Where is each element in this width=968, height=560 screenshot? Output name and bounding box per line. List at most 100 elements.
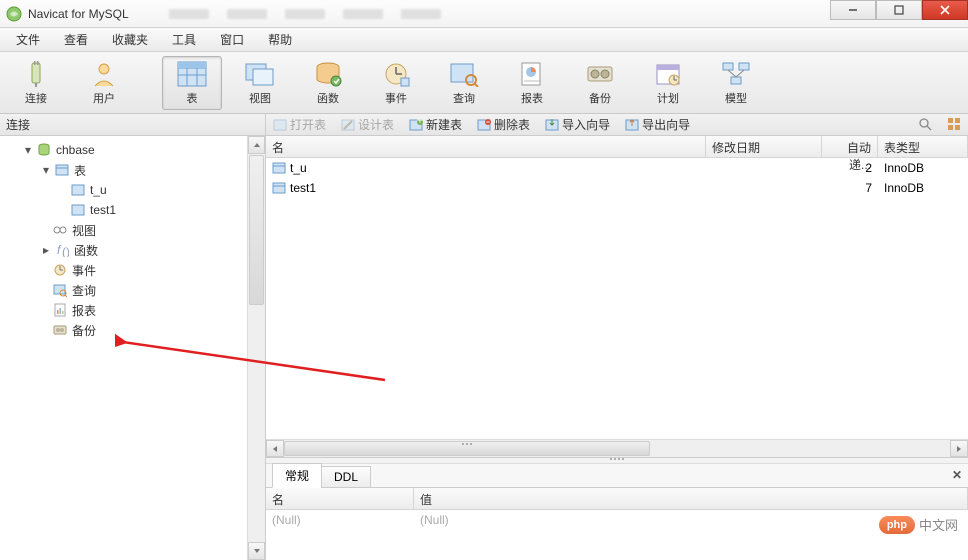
new-table-icon: +: [408, 117, 423, 132]
export-icon: [624, 117, 639, 132]
hscroll-track[interactable]: [284, 440, 950, 457]
detail-col-value[interactable]: 值: [414, 488, 968, 509]
design-table-label: 设计表: [358, 116, 394, 133]
horizontal-scrollbar[interactable]: [266, 439, 968, 457]
tool-view-label: 视图: [249, 90, 271, 106]
design-table-button[interactable]: 设计表: [340, 116, 394, 133]
scroll-right-button[interactable]: [950, 440, 968, 457]
tables-folder-icon: [54, 162, 70, 178]
col-type[interactable]: 表类型: [878, 136, 968, 157]
tree-backups-node[interactable]: 备份: [0, 320, 265, 340]
expander-icon[interactable]: ▾: [22, 144, 34, 156]
function-icon: [312, 60, 344, 88]
tool-report[interactable]: 报表: [502, 56, 562, 110]
new-table-button[interactable]: + 新建表: [408, 116, 462, 133]
detail-null-name: (Null): [266, 513, 414, 527]
menu-help[interactable]: 帮助: [256, 29, 304, 50]
delete-table-button[interactable]: 删除表: [476, 116, 530, 133]
tree-views-node[interactable]: 视图: [0, 220, 265, 240]
tool-model-label: 模型: [725, 90, 747, 106]
titlebar-blur-decor: [169, 9, 441, 19]
backups-icon: [52, 322, 68, 338]
tool-table[interactable]: 表: [162, 56, 222, 110]
table-row[interactable]: test1 7 InnoDB: [266, 178, 968, 198]
menu-window[interactable]: 窗口: [208, 29, 256, 50]
table-row[interactable]: t_u 2 InnoDB: [266, 158, 968, 178]
grid-icon: [947, 117, 962, 132]
tree-events-node[interactable]: 事件: [0, 260, 265, 280]
tab-general[interactable]: 常规: [272, 463, 322, 488]
close-button[interactable]: [922, 0, 968, 20]
expander-icon[interactable]: ▸: [40, 244, 52, 256]
menu-view[interactable]: 查看: [52, 29, 100, 50]
table-body[interactable]: t_u 2 InnoDB test1 7 InnoDB: [266, 158, 968, 439]
delete-table-icon: [476, 117, 491, 132]
tree-table-item[interactable]: t_u: [0, 180, 265, 200]
export-wizard-button[interactable]: 导出向导: [624, 116, 690, 133]
tool-table-label: 表: [187, 90, 198, 106]
tool-connect[interactable]: 连接: [6, 56, 66, 110]
menu-tools[interactable]: 工具: [160, 29, 208, 50]
import-wizard-label: 导入向导: [562, 116, 610, 133]
app-icon: [6, 6, 22, 22]
close-pane-button[interactable]: ✕: [952, 468, 962, 482]
tree-queries-node[interactable]: 查询: [0, 280, 265, 300]
tool-schedule[interactable]: 计划: [638, 56, 698, 110]
detail-col-name[interactable]: 名: [266, 488, 414, 509]
grid-view-button[interactable]: [947, 117, 962, 132]
minimize-button[interactable]: [830, 0, 876, 20]
report-icon: [516, 60, 548, 88]
svg-text:(): (): [62, 245, 69, 257]
tool-function[interactable]: 函数: [298, 56, 358, 110]
expander-icon[interactable]: ▾: [40, 164, 52, 176]
tree-table-item[interactable]: test1: [0, 200, 265, 220]
sub-header-row: 连接 打开表 设计表 + 新建表 删除表 导入向导 导出向导: [0, 114, 968, 136]
tree-functions-node[interactable]: ▸ f() 函数: [0, 240, 265, 260]
row-type: InnoDB: [878, 161, 968, 175]
tree-tables-label: 表: [74, 162, 86, 179]
sidebar-scrollbar[interactable]: [247, 136, 265, 560]
svg-text:+: +: [416, 118, 423, 127]
scroll-left-button[interactable]: [266, 440, 284, 457]
design-table-icon: [340, 117, 355, 132]
import-wizard-button[interactable]: 导入向导: [544, 116, 610, 133]
menu-favorites[interactable]: 收藏夹: [100, 29, 160, 50]
tree-views-label: 视图: [72, 222, 96, 239]
tool-backup[interactable]: 备份: [570, 56, 630, 110]
search-icon-button[interactable]: [918, 117, 933, 132]
col-name[interactable]: 名: [266, 136, 706, 157]
detail-body[interactable]: (Null) (Null): [266, 510, 968, 560]
tree-db-label: chbase: [56, 143, 95, 157]
col-auto-inc[interactable]: 自动递...: [822, 136, 878, 157]
menu-file[interactable]: 文件: [4, 29, 52, 50]
tool-view[interactable]: 视图: [230, 56, 290, 110]
scroll-down-button[interactable]: [248, 542, 265, 560]
scroll-thumb[interactable]: [249, 155, 264, 305]
tool-connect-label: 连接: [25, 90, 47, 106]
tool-model[interactable]: 模型: [706, 56, 766, 110]
tree-reports-node[interactable]: 报表: [0, 300, 265, 320]
window-controls: [830, 0, 968, 20]
tree-database-node[interactable]: ▾ chbase: [0, 140, 265, 160]
plug-icon: [20, 60, 52, 88]
tool-report-label: 报表: [521, 90, 543, 106]
tool-query[interactable]: 查询: [434, 56, 494, 110]
tool-user[interactable]: 用户: [74, 56, 134, 110]
clock-icon: [380, 60, 412, 88]
tree-tables-node[interactable]: ▾ 表: [0, 160, 265, 180]
scroll-up-button[interactable]: [248, 136, 265, 154]
col-mod-date[interactable]: 修改日期: [706, 136, 822, 157]
maximize-button[interactable]: [876, 0, 922, 20]
tool-event[interactable]: 事件: [366, 56, 426, 110]
tool-function-label: 函数: [317, 90, 339, 106]
connection-tree[interactable]: ▾ chbase ▾ 表 t_u test1 视: [0, 136, 265, 560]
main-area: ▾ chbase ▾ 表 t_u test1 视: [0, 136, 968, 560]
open-table-button[interactable]: 打开表: [272, 116, 326, 133]
reports-icon: [52, 302, 68, 318]
hscroll-thumb[interactable]: [284, 441, 650, 456]
tab-ddl[interactable]: DDL: [321, 466, 371, 488]
detail-row[interactable]: (Null) (Null): [266, 510, 968, 530]
delete-table-label: 删除表: [494, 116, 530, 133]
tree-backups-label: 备份: [72, 322, 96, 339]
sub-toolbar: 打开表 设计表 + 新建表 删除表 导入向导 导出向导: [266, 114, 968, 136]
